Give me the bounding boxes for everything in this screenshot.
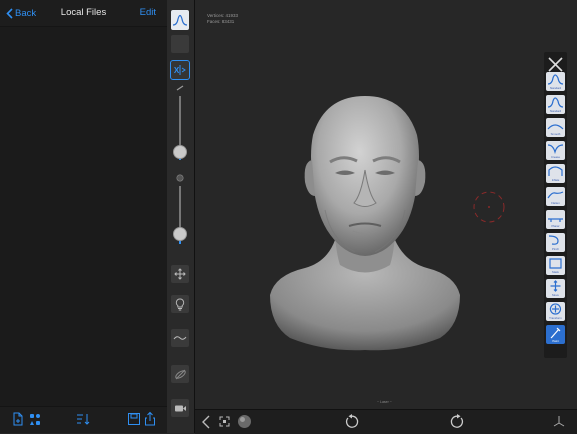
brush-label: Flatten [551,201,560,205]
brush-planar-icon [548,218,563,222]
brush-pinch-button[interactable]: Pinch [546,233,565,252]
fit-view-icon[interactable] [219,416,230,427]
brush-label: Standard [549,86,562,90]
brush-toolbar: Standard Standard Smooth Crease Inflate Flatt… [544,52,567,358]
new-file-icon[interactable] [10,411,26,427]
move-button[interactable] [170,264,190,284]
brush-move-button[interactable]: Move [546,279,565,298]
brush-planar-button[interactable]: Planar [546,210,565,229]
brush-paint-icon [550,327,561,339]
brush-flatten-icon [547,191,564,199]
app-window: Back Local Files Edit X Vertices: 41933 … [0,0,577,434]
radius-slider-knob[interactable] [173,145,187,159]
vertices-count: Vertices: 41933 [207,13,239,18]
brush-transform-icon [549,303,562,315]
empty-tool-slot[interactable] [170,34,190,54]
light-button[interactable] [170,294,190,314]
brush-standard-button[interactable]: Standard [546,72,565,91]
brush-preset-button[interactable] [170,9,190,31]
brush-move-icon [550,280,561,292]
gyroscope-button[interactable] [170,364,190,384]
stroke-button[interactable] [170,328,190,348]
brush-crease-button[interactable]: Crease [546,141,565,160]
light-icon [175,298,185,310]
gyroscope-icon [174,369,186,379]
brush-label: Move [552,293,559,297]
undo-icon[interactable] [345,414,359,429]
share-icon[interactable] [142,411,158,427]
standard-brush-icon [172,14,188,26]
axis-icon[interactable] [552,414,566,428]
material-sphere-icon[interactable] [237,414,252,429]
brush-inflate-icon [548,166,563,176]
files-footer [0,406,167,433]
sculpt-head-model[interactable] [265,90,465,352]
mesh-stats: Vertices: 41933 Faces: 83431 [207,13,238,24]
camera-icon [174,405,186,411]
save-icon[interactable] [126,411,142,427]
faces-count: Faces: 83431 [207,18,235,24]
brush-label: Planar [551,224,560,228]
brush-smooth-icon [547,124,564,130]
stroke-icon [173,336,187,340]
bottom-toolbar [195,409,577,434]
edit-button[interactable]: Edit [140,7,156,18]
files-header: Back Local Files Edit [0,0,167,27]
brush-inflate-button[interactable]: Inflate [546,164,565,183]
move-icon [174,268,186,280]
camera-button[interactable] [170,398,190,418]
brush-label: Crease [550,155,561,159]
brush-label: Inflate [551,178,560,182]
grid-view-icon[interactable] [27,411,43,427]
brush-crease-icon [547,144,564,155]
redo-icon[interactable] [450,414,464,429]
brush-cursor-indicator [473,191,505,223]
brush-label: Pinch [552,247,559,251]
radius-indicator-icon [176,85,184,91]
tool-column: X [167,0,195,433]
brush-mask-button[interactable]: Mask [546,256,565,275]
sort-icon[interactable] [75,411,91,427]
symmetry-button[interactable]: X [170,60,190,80]
brush-pinch-icon [548,235,559,245]
brush-mask-icon [549,258,562,269]
intensity-icon [176,174,184,182]
files-panel: Back Local Files Edit [0,0,168,433]
brush-label: Paint [552,339,559,343]
3d-viewport[interactable]: Vertices: 41933 Faces: 83431 ~ Laser ~ [195,0,577,409]
brush-smooth-button[interactable]: Smooth [546,118,565,137]
intensity-slider-knob[interactable] [173,227,187,241]
brush-label: Transform [549,316,562,320]
symmetry-icon [179,65,187,75]
back-chevron-icon[interactable] [201,415,211,429]
brush-standard-icon [547,74,564,85]
brush-standard-2-button[interactable]: Standard [546,95,565,114]
brush-standard-2-icon [547,97,564,108]
brush-transform-button[interactable]: Transform [546,302,565,321]
files-list [0,27,167,407]
brush-label: Standard [549,109,562,113]
brush-label: Mask [552,270,559,274]
brush-flatten-button[interactable]: Flatten [546,187,565,206]
brush-label: Smooth [550,132,561,136]
brush-paint-button[interactable]: Paint [546,325,565,344]
viewport-status-label: ~ Laser ~ [377,400,392,404]
